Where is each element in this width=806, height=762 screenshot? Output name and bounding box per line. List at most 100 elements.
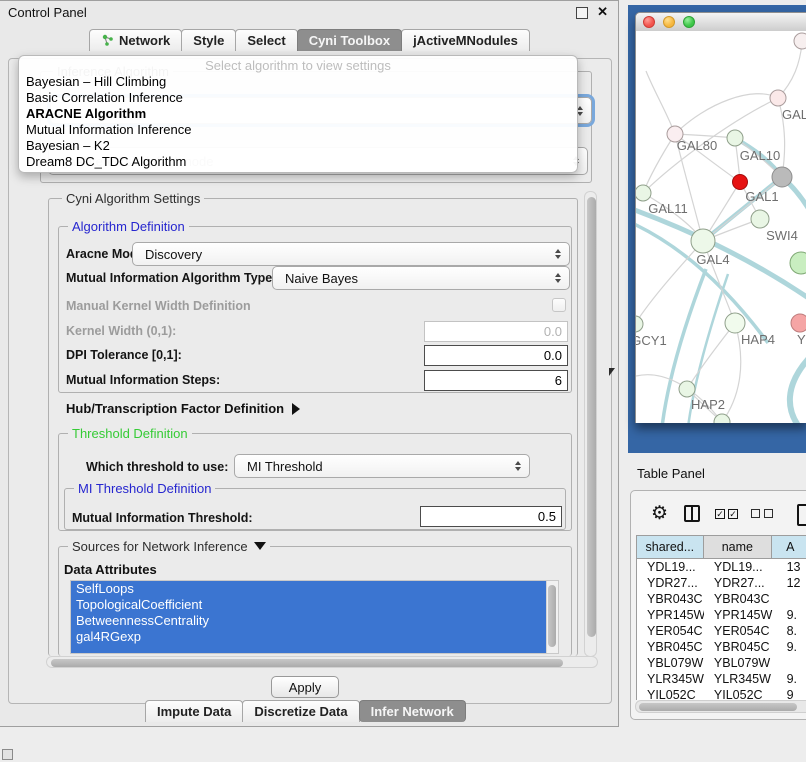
data-attributes-list[interactable]: SelfLoopsTopologicalCoefficientBetweenne…: [70, 580, 559, 654]
which-threshold-combo[interactable]: MI Threshold: [234, 454, 530, 478]
hub-definition-toggle[interactable]: Hub/Transcription Factor Definition: [66, 401, 300, 416]
network-edge[interactable]: [778, 43, 802, 98]
table-row[interactable]: YER054CYER054C8.: [637, 623, 806, 639]
network-edge[interactable]: [643, 134, 675, 193]
network-node-hap2[interactable]: [679, 381, 695, 397]
mi-type-combo[interactable]: Naive Bayes: [272, 266, 570, 290]
network-node-gal4[interactable]: [691, 229, 715, 253]
deselect-all-icon2[interactable]: [764, 509, 773, 518]
kernel-width-field[interactable]: 0.0: [424, 321, 568, 342]
manual-kernel-checkbox[interactable]: [552, 298, 566, 312]
col-header-shared-name[interactable]: shared...: [637, 536, 704, 558]
data-attribute-item[interactable]: BetweennessCentrality: [71, 613, 547, 629]
tab-select[interactable]: Select: [235, 29, 297, 51]
collapsed-panel-icon[interactable]: [2, 749, 13, 760]
table-cell: YLR345W: [704, 671, 773, 687]
col-header-name[interactable]: name: [704, 536, 772, 558]
control-panel-title: Control Panel: [8, 5, 87, 20]
network-node[interactable]: [772, 167, 792, 187]
settings-vertical-scrollbar[interactable]: [584, 191, 597, 657]
algorithm-definition-title: Algorithm Definition: [68, 219, 189, 234]
tab-style[interactable]: Style: [181, 29, 236, 51]
network-edge-highlighted[interactable]: [790, 357, 806, 423]
float-window-icon[interactable]: [576, 7, 588, 19]
table-cell: YBR045C: [637, 639, 704, 655]
table-row[interactable]: YDR27...YDR27...12: [637, 575, 806, 591]
network-node[interactable]: [794, 33, 806, 49]
list-vertical-scrollbar[interactable]: [546, 581, 558, 654]
network-edge[interactable]: [636, 241, 703, 324]
algorithm-option[interactable]: Basic Correlation Inference: [19, 90, 577, 106]
table-row[interactable]: YLR345WYLR345W9.: [637, 671, 806, 687]
network-node-gal1[interactable]: [733, 175, 748, 190]
network-node-y[interactable]: [791, 314, 806, 332]
minimize-traffic-light-icon[interactable]: [663, 16, 675, 28]
split-columns-icon[interactable]: [684, 505, 700, 522]
sources-toggle[interactable]: Sources for Network Inference: [68, 539, 270, 554]
table-body[interactable]: YDL19...YDL19...13YDR27...YDR27...12YBR0…: [636, 559, 806, 700]
tab-jactivemnodules[interactable]: jActiveMNodules: [401, 29, 530, 51]
scrollbar-thumb[interactable]: [548, 585, 556, 647]
table-row[interactable]: YBL079WYBL079W: [637, 655, 806, 671]
mi-threshold-label: Mutual Information Threshold:: [72, 511, 253, 525]
apply-button-label: Apply: [289, 680, 322, 695]
algorithm-option[interactable]: Bayesian – Hill Climbing: [19, 74, 577, 90]
table-row[interactable]: YBR043CYBR043C: [637, 591, 806, 607]
scrollbar-thumb[interactable]: [587, 197, 596, 637]
network-node-gal11[interactable]: [636, 185, 651, 201]
mi-steps-field[interactable]: 6: [424, 370, 568, 391]
tab-cyni-toolbox[interactable]: Cyni Toolbox: [297, 29, 402, 51]
scrollbar-thumb[interactable]: [51, 659, 563, 667]
mi-type-label: Mutual Information Algorithm Type:: [66, 271, 276, 285]
gear-icon[interactable]: ⚙: [651, 504, 668, 523]
mi-threshold-field[interactable]: 0.5: [420, 506, 562, 527]
which-threshold-value: MI Threshold: [247, 459, 323, 474]
tab-impute-data[interactable]: Impute Data: [145, 700, 243, 722]
table-cell: YBR043C: [637, 591, 704, 607]
tab-infer-network[interactable]: Infer Network: [359, 700, 466, 722]
dpi-tolerance-field[interactable]: 0.0: [424, 345, 568, 366]
table-row[interactable]: YPR145WYPR145W9.: [637, 607, 806, 623]
network-node-hap4[interactable]: [725, 313, 745, 333]
apply-button[interactable]: Apply: [271, 676, 339, 698]
algorithm-option[interactable]: Mutual Information Inference: [19, 122, 577, 138]
network-node[interactable]: [790, 252, 806, 274]
settings-horizontal-scrollbar[interactable]: [46, 656, 598, 668]
network-window: GALGAL80GAL10GAL1GAL11SWI4GAL4GCY1HAP4YH…: [635, 12, 806, 423]
data-attribute-item[interactable]: TopologicalCoefficient: [71, 597, 547, 613]
close-traffic-light-icon[interactable]: [643, 16, 655, 28]
tab-network[interactable]: Network: [89, 29, 182, 51]
network-edge[interactable]: [687, 323, 735, 389]
network-node-label: HAP2: [691, 397, 725, 412]
network-node-label: Y: [797, 332, 806, 347]
col-header-partial[interactable]: A: [772, 536, 806, 558]
algorithm-option[interactable]: ARACNE Algorithm: [19, 106, 577, 122]
network-node-swi4[interactable]: [751, 210, 769, 228]
select-all-icon[interactable]: ✓: [715, 509, 725, 519]
data-attribute-item[interactable]: SelfLoops: [71, 581, 547, 597]
close-window-icon[interactable]: ✕: [597, 4, 608, 20]
new-column-icon[interactable]: [797, 504, 806, 526]
aracne-mode-combo[interactable]: Discovery: [132, 242, 570, 266]
hub-definition-label: Hub/Transcription Factor Definition: [66, 401, 284, 416]
network-canvas[interactable]: GALGAL80GAL10GAL1GAL11SWI4GAL4GCY1HAP4YH…: [636, 31, 806, 423]
network-node-gcy1[interactable]: [636, 316, 643, 332]
data-attribute-item[interactable]: [71, 645, 547, 654]
network-window-titlebar[interactable]: [636, 13, 806, 32]
select-all-icon2[interactable]: ✓: [728, 509, 738, 519]
table-row[interactable]: YIL052CYIL052C9: [637, 687, 806, 700]
table-row[interactable]: YDL19...YDL19...13: [637, 559, 806, 575]
network-node-gal[interactable]: [770, 90, 786, 106]
table-row[interactable]: YBR045CYBR045C9.: [637, 639, 806, 655]
algorithm-option[interactable]: Dream8 DC_TDC Algorithm: [19, 154, 577, 170]
scrollbar-thumb[interactable]: [639, 703, 797, 711]
table-horizontal-scrollbar[interactable]: [635, 700, 806, 713]
tab-discretize-data[interactable]: Discretize Data: [242, 700, 359, 722]
deselect-all-icon[interactable]: [751, 509, 760, 518]
network-edge[interactable]: [646, 71, 675, 134]
network-node-gal10[interactable]: [727, 130, 743, 146]
table-cell: 8.: [773, 623, 806, 639]
algorithm-option[interactable]: Bayesian – K2: [19, 138, 577, 154]
data-attribute-item[interactable]: gal4RGexp: [71, 629, 547, 645]
zoom-traffic-light-icon[interactable]: [683, 16, 695, 28]
